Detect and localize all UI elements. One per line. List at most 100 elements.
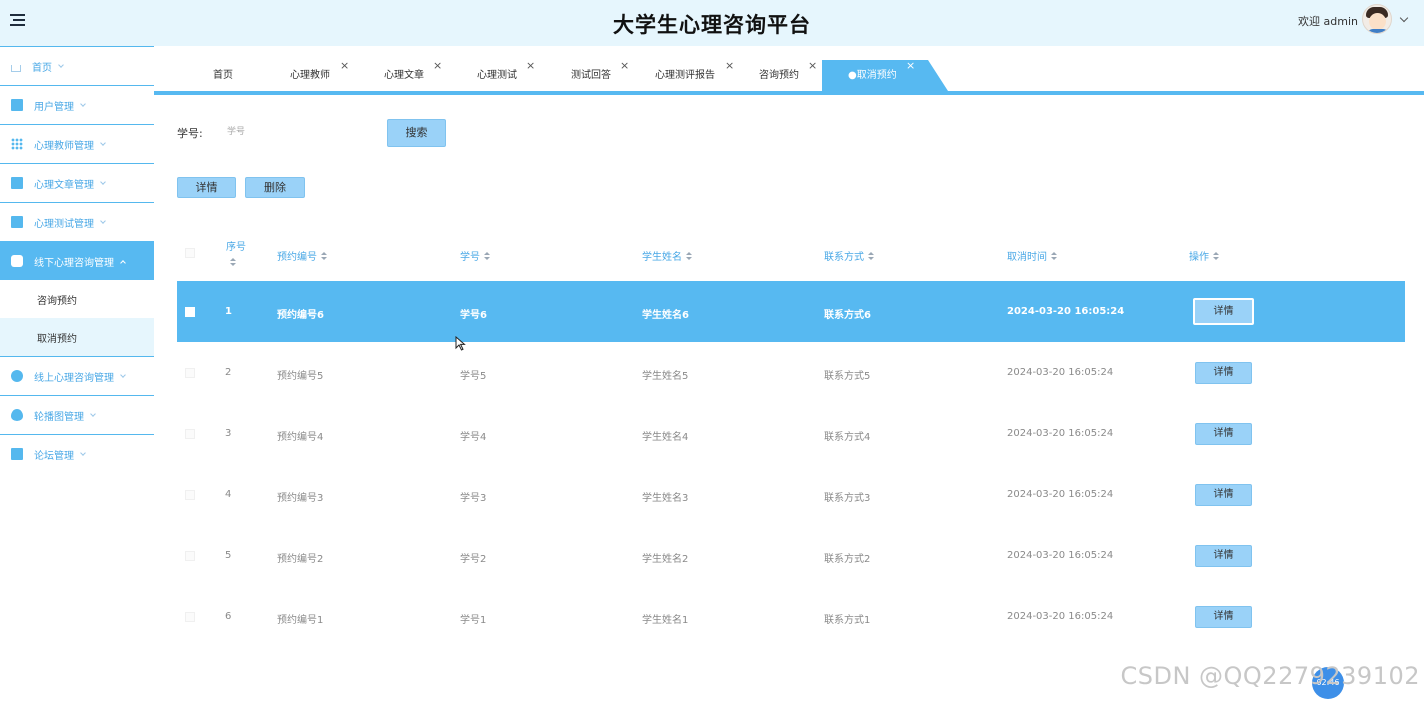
- column-label: 取消时间: [1007, 252, 1047, 263]
- cell-student-name: 学生姓名5: [642, 371, 689, 382]
- grid-icon: [11, 138, 23, 150]
- sidebar-item-teachers[interactable]: 心理教师管理: [0, 124, 154, 163]
- sort-icon[interactable]: [484, 252, 490, 261]
- row-checkbox[interactable]: [185, 429, 195, 439]
- close-icon[interactable]: ×: [526, 50, 535, 81]
- row-detail-button[interactable]: 详情: [1195, 423, 1252, 445]
- sidebar-item-forum[interactable]: 论坛管理: [0, 434, 154, 473]
- column-header-seq[interactable]: 序号: [226, 238, 246, 266]
- tab-reports[interactable]: 心理测评报告 ×: [655, 59, 745, 91]
- crop-icon: [11, 448, 23, 460]
- table-row[interactable]: 5 预约编号2 学号2 学生姓名2 联系方式2 2024-03-20 16:05…: [177, 525, 1405, 586]
- sort-icon[interactable]: [321, 252, 327, 261]
- cell-student-name: 学生姓名4: [642, 432, 689, 443]
- sidebar-subitem-cancel-booking[interactable]: 取消预约: [0, 318, 154, 356]
- tab-underline: [154, 91, 1424, 95]
- sidebar-item-online-consult[interactable]: 线上心理咨询管理: [0, 356, 154, 395]
- cell-seq: 1: [225, 306, 232, 317]
- row-detail-button[interactable]: 详情: [1193, 298, 1254, 325]
- cell-booking-no: 预约编号3: [277, 493, 324, 504]
- sidebar-item-label: 线下心理咨询管理: [34, 257, 114, 269]
- cell-contact: 联系方式3: [824, 493, 871, 504]
- select-all-checkbox[interactable]: [185, 248, 195, 258]
- tab-bar: 首页 心理教师 × 心理文章 × 心理测试 × 测试回答 × 心理测评报告 × 咨询预约 ×…: [154, 59, 1424, 92]
- sidebar-item-home[interactable]: 首页: [0, 46, 154, 85]
- sidebar-subitem-booking[interactable]: 咨询预约: [0, 280, 154, 318]
- chevron-down-icon: [100, 217, 106, 224]
- sidebar-item-label: 线上心理咨询管理: [34, 372, 114, 384]
- student-id-search-input[interactable]: [218, 119, 378, 145]
- chevron-down-icon: [80, 100, 86, 107]
- table-row[interactable]: 2 预约编号5 学号5 学生姓名5 联系方式5 2024-03-20 16:05…: [177, 342, 1405, 403]
- tab-test-answers[interactable]: 测试回答 ×: [571, 59, 651, 91]
- column-label: 预约编号: [277, 252, 317, 263]
- close-icon[interactable]: ×: [725, 50, 734, 81]
- sort-icon[interactable]: [686, 252, 692, 261]
- row-checkbox[interactable]: [185, 612, 195, 622]
- close-icon[interactable]: ×: [808, 50, 817, 81]
- detail-button[interactable]: 详情: [177, 177, 236, 198]
- cell-cancel-time: 2024-03-20 16:05:24: [1007, 611, 1114, 622]
- tab-teachers[interactable]: 心理教师 ×: [290, 59, 370, 91]
- row-checkbox[interactable]: [185, 490, 195, 500]
- cell-student-name: 学生姓名6: [642, 310, 689, 321]
- cell-contact: 联系方式5: [824, 371, 871, 382]
- cell-student-name: 学生姓名1: [642, 615, 689, 626]
- close-icon[interactable]: ×: [433, 50, 442, 81]
- delete-button[interactable]: 删除: [245, 177, 305, 198]
- cell-seq: 2: [225, 367, 232, 378]
- table-row[interactable]: 1 预约编号6 学号6 学生姓名6 联系方式6 2024-03-20 16:05…: [177, 281, 1405, 342]
- close-icon[interactable]: ×: [906, 50, 915, 81]
- column-header-student-id[interactable]: 学号: [460, 248, 490, 263]
- home-icon: [11, 64, 21, 72]
- search-label: 学号:: [177, 127, 203, 140]
- sidebar-item-carousel[interactable]: 轮播图管理: [0, 395, 154, 434]
- apps-icon: [11, 255, 23, 267]
- row-detail-button[interactable]: 详情: [1195, 545, 1252, 567]
- sort-icon[interactable]: [1213, 252, 1219, 261]
- sidebar-item-tests[interactable]: 心理测试管理: [0, 202, 154, 241]
- table-row[interactable]: 3 预约编号4 学号4 学生姓名4 联系方式4 2024-03-20 16:05…: [177, 403, 1405, 464]
- cell-student-id: 学号1: [460, 615, 487, 626]
- tab-label: ●取消预约: [848, 70, 897, 81]
- avatar-face: [1369, 13, 1386, 30]
- column-header-actions[interactable]: 操作: [1189, 248, 1219, 263]
- cell-student-id: 学号5: [460, 371, 487, 382]
- row-checkbox[interactable]: [185, 551, 195, 561]
- cell-booking-no: 预约编号5: [277, 371, 324, 382]
- close-icon[interactable]: ×: [620, 50, 629, 81]
- column-header-cancel-time[interactable]: 取消时间: [1007, 248, 1057, 263]
- cell-student-id: 学号6: [460, 310, 487, 321]
- table-row[interactable]: 4 预约编号3 学号3 学生姓名3 联系方式3 2024-03-20 16:05…: [177, 464, 1405, 525]
- tab-articles[interactable]: 心理文章 ×: [384, 59, 464, 91]
- close-icon[interactable]: ×: [340, 50, 349, 81]
- cell-contact: 联系方式6: [824, 310, 871, 321]
- chevron-down-icon: [100, 178, 106, 185]
- sidebar-item-offline-consult[interactable]: 线下心理咨询管理: [0, 241, 154, 280]
- column-header-booking-no[interactable]: 预约编号: [277, 248, 327, 263]
- book-icon: [11, 216, 23, 228]
- column-header-contact[interactable]: 联系方式: [824, 248, 874, 263]
- sort-icon[interactable]: [868, 252, 874, 261]
- tab-tests[interactable]: 心理测试 ×: [477, 59, 557, 91]
- cell-booking-no: 预约编号2: [277, 554, 324, 565]
- column-header-student-name[interactable]: 学生姓名: [642, 248, 692, 263]
- row-checkbox[interactable]: [185, 368, 195, 378]
- row-detail-button[interactable]: 详情: [1195, 484, 1252, 506]
- search-button[interactable]: 搜索: [387, 119, 446, 147]
- row-detail-button[interactable]: 详情: [1195, 362, 1252, 384]
- table-row[interactable]: 6 预约编号1 学号1 学生姓名1 联系方式1 2024-03-20 16:05…: [177, 586, 1405, 647]
- chevron-down-icon: [90, 410, 96, 417]
- tab-home[interactable]: 首页: [213, 60, 273, 91]
- welcome-text[interactable]: 欢迎 admin: [1298, 13, 1358, 29]
- tab-cancel-booking[interactable]: ●取消预约 ×: [822, 59, 948, 91]
- tab-label: 心理测评报告: [655, 70, 715, 81]
- row-detail-button[interactable]: 详情: [1195, 606, 1252, 628]
- cell-seq: 6: [225, 611, 232, 622]
- sidebar-item-articles[interactable]: 心理文章管理: [0, 163, 154, 202]
- avatar[interactable]: [1362, 4, 1392, 34]
- sort-icon[interactable]: [1051, 252, 1057, 261]
- row-checkbox[interactable]: [185, 307, 195, 317]
- cell-cancel-time: 2024-03-20 16:05:24: [1007, 367, 1114, 378]
- sidebar-item-users[interactable]: 用户管理: [0, 85, 154, 124]
